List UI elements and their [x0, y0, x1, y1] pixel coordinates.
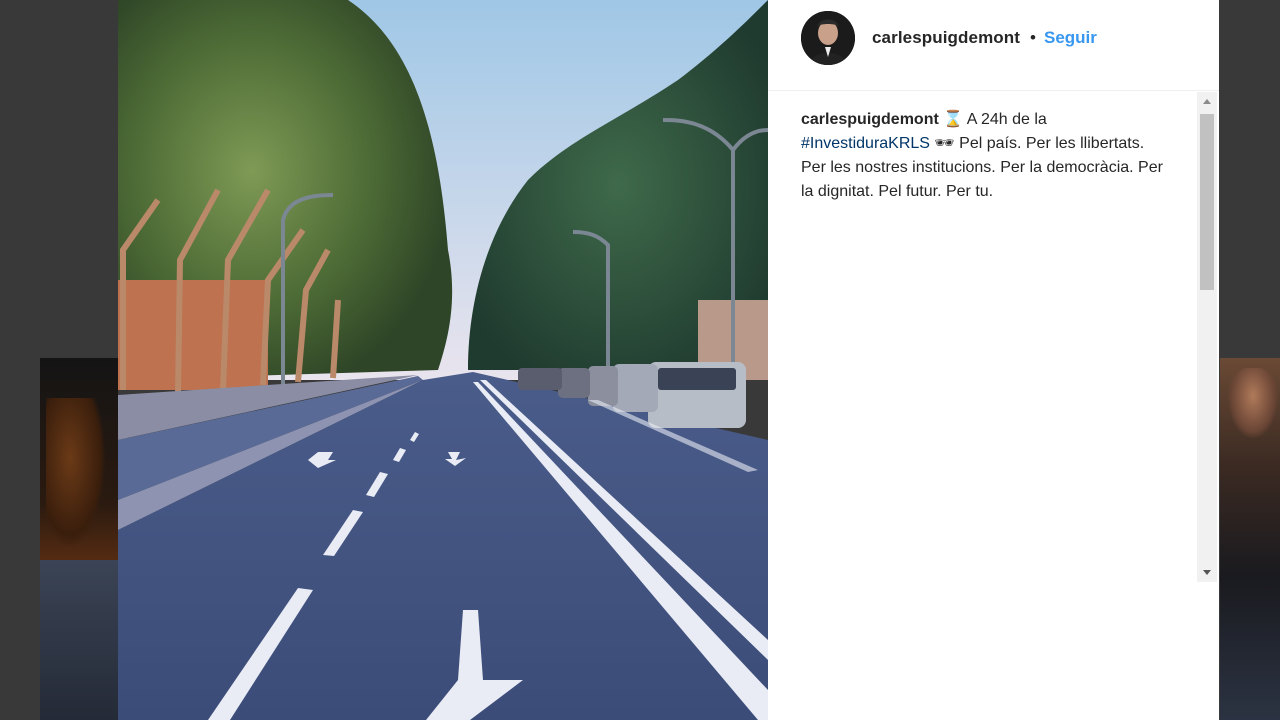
follow-button[interactable]: Seguir	[1044, 28, 1097, 48]
street-photo-illustration	[118, 0, 768, 720]
preview-image-person	[1228, 368, 1278, 438]
caption-text-start: A 24h de la	[963, 111, 1047, 128]
post-header: carlespuigdemont • Seguir	[768, 0, 1219, 91]
post-author-username[interactable]: carlespuigdemont	[872, 28, 1020, 48]
preview-image-tree	[46, 398, 106, 548]
post-photo[interactable]	[118, 0, 768, 720]
scrollbar-thumb[interactable]	[1200, 114, 1214, 290]
next-post-preview[interactable]	[1220, 358, 1280, 720]
sunglasses-icon: 🕶	[934, 135, 955, 152]
profile-avatar[interactable]	[801, 11, 855, 65]
scroll-up-arrow-icon[interactable]	[1197, 92, 1217, 112]
caption-username[interactable]: carlespuigdemont	[801, 111, 939, 128]
hashtag-link[interactable]: #InvestiduraKRLS	[801, 135, 930, 152]
post-caption: carlespuigdemont ⌛ A 24h de la #Investid…	[801, 108, 1171, 204]
caption-scrollbar[interactable]	[1197, 92, 1217, 582]
scroll-down-arrow-icon[interactable]	[1197, 562, 1217, 582]
post-side-panel: carlespuigdemont • Seguir carlespuigdemo…	[768, 0, 1219, 720]
preview-image-road	[40, 560, 118, 720]
comments-area[interactable]: carlespuigdemont ⌛ A 24h de la #Investid…	[768, 92, 1219, 582]
hourglass-icon: ⌛	[943, 111, 964, 128]
separator-dot: •	[1030, 28, 1036, 47]
avatar-photo	[801, 11, 855, 65]
previous-post-preview[interactable]	[40, 358, 118, 720]
